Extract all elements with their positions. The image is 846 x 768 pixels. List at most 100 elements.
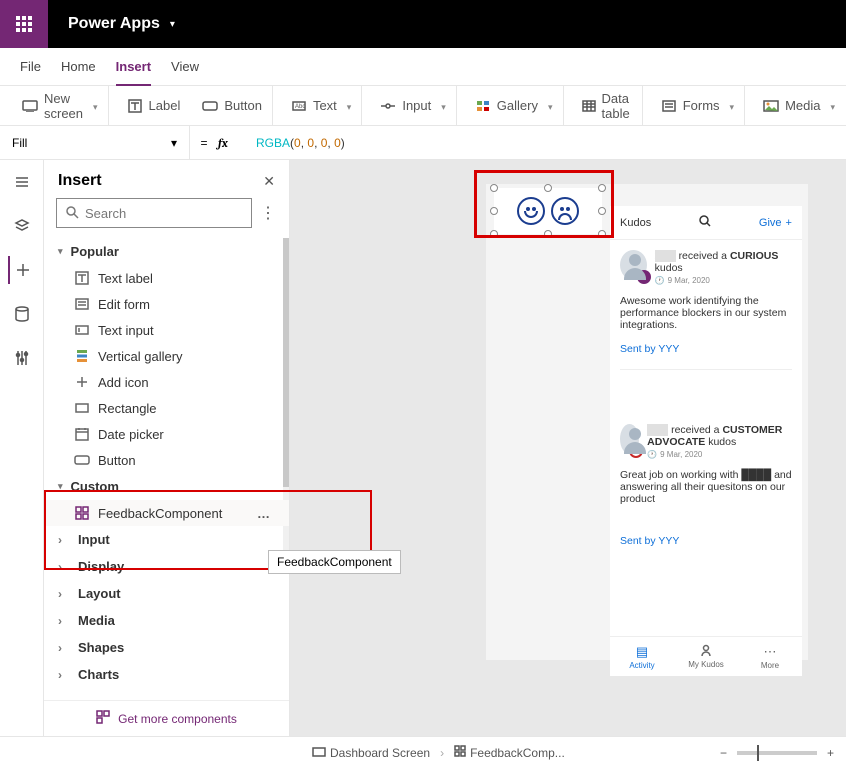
data-table-icon [582,98,596,114]
ribbon-text[interactable]: Abc Text [281,86,362,126]
status-bar: Dashboard Screen › FeedbackComp... − + [0,736,846,768]
left-rail [0,160,44,736]
rail-data-icon[interactable] [8,300,36,328]
text-icon: Abc [291,98,307,114]
item-add-icon[interactable]: Add icon [44,369,289,395]
nav-more[interactable]: ⋯More [738,637,802,676]
rectangle-icon [74,400,90,416]
group-input[interactable]: Input [44,526,289,553]
preview-nav: ▤Activity My Kudos ⋯More [610,636,802,676]
group-shapes[interactable]: Shapes [44,634,289,661]
menu-home[interactable]: Home [61,59,96,74]
item-vertical-gallery[interactable]: Vertical gallery [44,343,289,369]
item-button[interactable]: Button [44,447,289,473]
ribbon-new-screen[interactable]: New screen [12,86,109,126]
menu-view[interactable]: View [171,59,199,74]
breadcrumb-component[interactable]: FeedbackComp... [454,745,565,760]
group-custom[interactable]: ▾Custom [44,473,289,500]
kudo-sender: Sent by YYY [620,535,792,547]
zoom-slider[interactable] [737,751,817,755]
close-icon[interactable]: ✕ [263,173,275,190]
environment-caret-icon[interactable]: ▾ [170,19,175,30]
group-media[interactable]: Media [44,607,289,634]
ribbon-label[interactable]: Label [149,98,181,113]
rail-insert-icon[interactable] [8,256,36,284]
rail-layers-icon[interactable] [8,212,36,240]
badge-icon [637,270,651,284]
formula-bar: Fill ▾ = fx RGBA(0, 0, 0, 0) [0,126,846,160]
item-options-icon[interactable]: … [257,506,271,521]
media-icon [763,98,779,114]
zoom-in-icon[interactable]: + [827,746,834,760]
nav-activity[interactable]: ▤Activity [610,637,674,676]
ribbon-gallery[interactable]: Gallery [465,86,564,126]
smile-face-icon [517,197,545,225]
menu-insert[interactable]: Insert [116,59,151,86]
rail-tools-icon[interactable] [8,344,36,372]
item-edit-form[interactable]: Edit form [44,291,289,317]
preview-give-button[interactable]: Give + [759,217,792,229]
clock-icon: 🕐 [647,450,657,459]
menu-file[interactable]: File [20,59,41,74]
avatar-icon [620,424,639,454]
equals-icon: = [190,136,218,150]
ribbon-forms[interactable]: Forms [651,86,745,126]
text-label-icon [74,270,90,286]
fx-icon[interactable]: fx [218,136,248,150]
resize-handle[interactable] [490,230,498,238]
formula-input[interactable]: RGBA(0, 0, 0, 0) [248,136,846,150]
search-input[interactable]: Search [56,198,252,228]
resize-handle[interactable] [598,230,606,238]
resize-handle[interactable] [598,184,606,192]
resize-handle[interactable] [598,207,606,215]
ribbon: New screen Label Button Abc Text Input G… [0,86,846,126]
group-display[interactable]: Display [44,553,289,580]
preview-search-icon[interactable] [699,215,711,230]
canvas[interactable]: Kudos Give + xxxx received a CURIOUS kud… [290,160,846,736]
date-picker-icon [74,426,90,442]
input-icon [380,98,396,114]
menu-bar: File Home Insert View [0,48,846,86]
insert-panel: Insert ✕ Search ⋮ ▾Popular Text label Ed… [44,160,290,736]
more-icon: ⋯ [764,644,777,660]
svg-text:Abc: Abc [295,104,305,110]
get-more-components[interactable]: Get more components [44,700,289,736]
app-screen[interactable]: Kudos Give + xxxx received a CURIOUS kud… [486,184,808,660]
ribbon-input[interactable]: Input [370,86,456,126]
ribbon-media[interactable]: Media [753,86,845,126]
search-icon [65,205,79,222]
button-ctrl-icon [74,452,90,468]
chevron-right-icon: › [440,746,444,760]
app-title: Power Apps [68,15,160,33]
property-dropdown[interactable]: Fill ▾ [0,126,190,159]
resize-handle[interactable] [490,184,498,192]
group-popular[interactable]: ▾Popular [44,238,289,265]
resize-handle[interactable] [490,207,498,215]
resize-handle[interactable] [544,230,552,238]
breadcrumb-screen[interactable]: Dashboard Screen [312,746,430,760]
item-text-input[interactable]: Text input [44,317,289,343]
screen-icon [312,746,326,760]
resize-handle[interactable] [544,184,552,192]
kudo-title: xxxx received a CURIOUS kudos [655,250,792,274]
group-charts[interactable]: Charts [44,661,289,688]
panel-options-icon[interactable]: ⋮ [260,203,277,223]
new-screen-icon [22,98,38,114]
nav-my-kudos[interactable]: My Kudos [674,637,738,676]
add-icon [74,374,90,390]
kudo-sender: Sent by YYY [620,343,792,355]
item-rectangle[interactable]: Rectangle [44,395,289,421]
avatar-icon [620,250,647,280]
kudo-date: 🕐9 Mar, 2020 [647,450,792,459]
kudo-card-1: xxxx received a CURIOUS kudos 🕐9 Mar, 20… [610,240,802,365]
ribbon-button[interactable]: Button [224,98,262,113]
item-date-picker[interactable]: Date picker [44,421,289,447]
item-text-label[interactable]: Text label [44,265,289,291]
group-layout[interactable]: Layout [44,580,289,607]
zoom-out-icon[interactable]: − [720,746,727,760]
ribbon-data-table[interactable]: Data table [572,86,643,126]
selected-component[interactable] [494,188,602,234]
app-launcher-icon[interactable] [0,0,48,48]
rail-tree-icon[interactable] [8,168,36,196]
item-feedback-component[interactable]: FeedbackComponent … [44,500,289,526]
